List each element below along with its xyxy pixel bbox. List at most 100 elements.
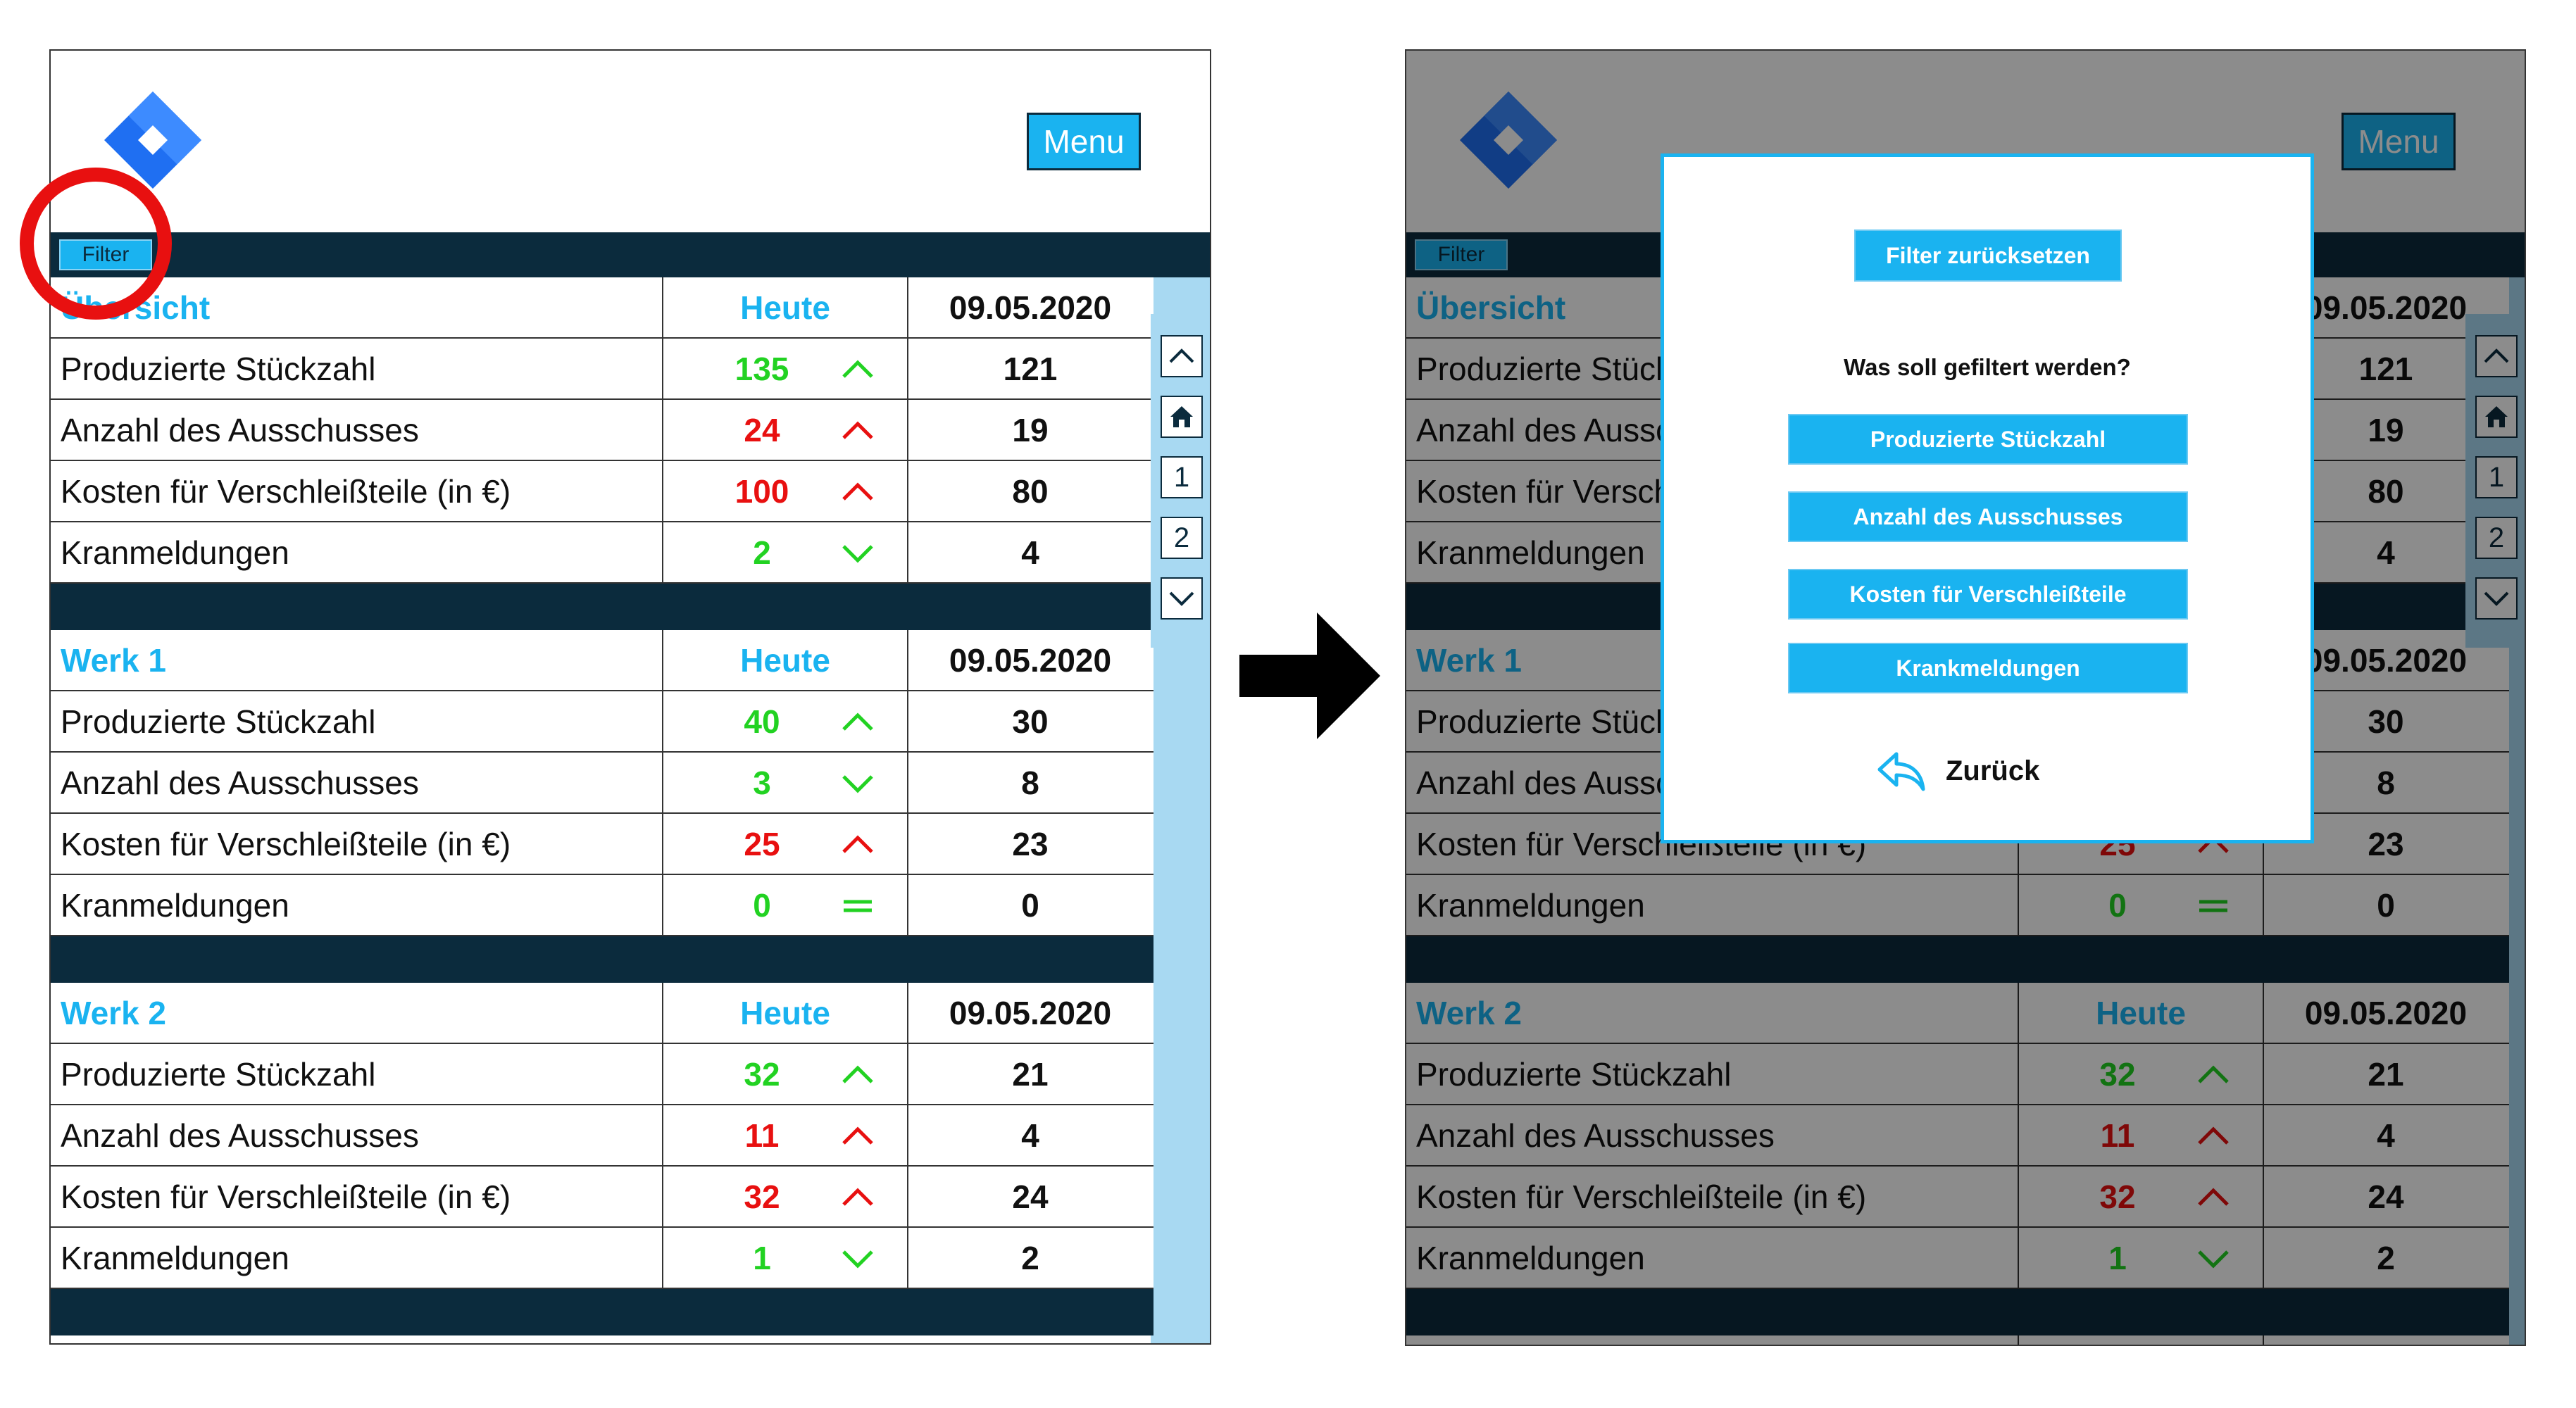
today-cell: 25 bbox=[663, 814, 908, 874]
table-row[interactable]: Anzahl des Ausschusses 11 4 bbox=[51, 1105, 1153, 1167]
arrow-right-icon bbox=[1239, 612, 1380, 739]
table-row[interactable]: Produzierte Stückzahl 32 21 bbox=[51, 1044, 1153, 1105]
back-button[interactable]: Zurück bbox=[1875, 748, 2039, 793]
kpi-section: ÜbersichtHeute09.05.2020Produzierte Stüc… bbox=[51, 277, 1153, 630]
home-button[interactable] bbox=[1161, 396, 1203, 438]
filter-option-sick-reports[interactable]: Krankmeldungen bbox=[1788, 643, 2188, 693]
scroll-down-button[interactable] bbox=[1161, 577, 1203, 620]
date-value: 24 bbox=[1012, 1178, 1049, 1215]
scroll-up-button[interactable] bbox=[1161, 335, 1203, 377]
metric-label: Anzahl des Ausschusses bbox=[51, 1105, 663, 1165]
date-value: 23 bbox=[1012, 825, 1049, 862]
table-row[interactable]: Kosten für Verschleißteile (in €) 32 24 bbox=[51, 1167, 1153, 1228]
page-2-button[interactable]: 2 bbox=[1161, 517, 1203, 559]
trend-up-icon bbox=[842, 835, 873, 853]
trend-up-icon bbox=[842, 421, 873, 439]
metric-label: Kosten für Verschleißteile (in €) bbox=[51, 461, 663, 521]
date-value: 4 bbox=[1021, 1117, 1039, 1154]
today-column-header: Heute bbox=[663, 983, 908, 1043]
today-cell: 32 bbox=[663, 1044, 908, 1104]
today-cell: 24 bbox=[663, 400, 908, 460]
today-value: 11 bbox=[744, 1117, 780, 1154]
today-value: 32 bbox=[744, 1055, 780, 1093]
metric-label: Kranmeldungen bbox=[51, 1228, 663, 1288]
kpi-section: Werk 2 Heute 09.05.2020 Produzierte Stückza… bbox=[51, 983, 1153, 1335]
trend-down-icon bbox=[842, 775, 873, 793]
section-header-row: Werk 1Heute 09.05.2020 bbox=[51, 630, 1153, 691]
metric-label: Anzahl des Ausschusses bbox=[51, 753, 663, 812]
table-row[interactable]: Anzahl des Ausschusses 24 19 bbox=[51, 400, 1153, 461]
date-value: 30 bbox=[1012, 703, 1049, 740]
metric-label: Produzierte Stückzahl bbox=[51, 691, 663, 751]
date-value: 0 bbox=[1021, 886, 1039, 924]
kpi-tables: ÜbersichtHeute09.05.2020Produzierte Stüc… bbox=[51, 277, 1153, 1335]
filter-option-produced[interactable]: Produzierte Stückzahl bbox=[1788, 414, 2188, 465]
back-label: Zurück bbox=[1946, 755, 2040, 786]
today-cell: 11 bbox=[663, 1105, 908, 1165]
chevron-up-icon bbox=[1169, 348, 1194, 363]
kpi-section: Werk 1Heute 09.05.2020 Produzierte Stückza… bbox=[51, 630, 1153, 983]
trend-down-icon bbox=[842, 1250, 873, 1269]
today-value: 2 bbox=[753, 534, 771, 571]
metric-label: Produzierte Stückzahl bbox=[51, 1044, 663, 1104]
today-value: 3 bbox=[753, 764, 771, 801]
date-column-header: 09.05.2020 bbox=[949, 994, 1112, 1031]
trend-up-icon bbox=[842, 482, 873, 501]
today-cell: 32 bbox=[663, 1167, 908, 1226]
section-title: Werk 2 bbox=[51, 983, 663, 1043]
date-value: 21 bbox=[1012, 1055, 1049, 1093]
section-header-row: ÜbersichtHeute09.05.2020 bbox=[51, 277, 1153, 339]
menu-button[interactable]: Menu bbox=[1027, 113, 1141, 170]
trend-up-icon bbox=[842, 1188, 873, 1206]
today-value: 100 bbox=[734, 472, 789, 510]
today-value: 1 bbox=[753, 1239, 771, 1276]
metric-label: Produzierte Stückzahl bbox=[51, 339, 663, 398]
today-cell: 2 bbox=[663, 522, 908, 582]
trend-down-icon bbox=[842, 545, 873, 563]
today-cell: 100 bbox=[663, 461, 908, 521]
table-row[interactable]: Anzahl des Ausschusses 3 8 bbox=[51, 753, 1153, 814]
date-value: 8 bbox=[1021, 764, 1039, 801]
page-navigation: 1 2 bbox=[1151, 314, 1210, 648]
today-cell: 1 bbox=[663, 1228, 908, 1288]
reply-arrow-icon bbox=[1877, 752, 1925, 791]
section-divider bbox=[51, 584, 1153, 630]
date-column-header: 09.05.2020 bbox=[949, 289, 1112, 326]
table-row[interactable]: Kranmeldungen 1 2 bbox=[51, 1228, 1153, 1289]
today-cell: 40 bbox=[663, 691, 908, 751]
filter-question: Was soll gefiltert werden? bbox=[1844, 354, 2131, 380]
section-divider bbox=[51, 1289, 1153, 1335]
metric-label: Kosten für Verschleißteile (in €) bbox=[51, 814, 663, 874]
metric-label: Kranmeldungen bbox=[51, 522, 663, 582]
trend-up-icon bbox=[842, 1065, 873, 1083]
metric-label: Anzahl des Ausschusses bbox=[51, 400, 663, 460]
section-title: Werk 1 bbox=[51, 630, 663, 690]
table-row[interactable]: Kosten für Verschleißteile (in €) 100 80 bbox=[51, 461, 1153, 522]
page-1-button[interactable]: 1 bbox=[1161, 456, 1203, 498]
today-value: 135 bbox=[734, 350, 789, 387]
today-cell: 3 bbox=[663, 753, 908, 812]
section-divider bbox=[51, 936, 1153, 983]
date-value: 4 bbox=[1021, 534, 1039, 571]
date-value: 80 bbox=[1012, 472, 1049, 510]
table-row[interactable]: Kranmeldungen 2 4 bbox=[51, 522, 1153, 584]
table-row[interactable]: Produzierte Stückzahl 40 30 bbox=[51, 691, 1153, 753]
highlight-circle bbox=[20, 168, 172, 320]
dashboard-panel: Menu Filter Übersicht Heute 09.05.2020 Prod… bbox=[49, 49, 1211, 1345]
reset-filter-button[interactable]: Filter zurücksetzen bbox=[1854, 230, 2122, 282]
filter-bar: Filter bbox=[51, 232, 1210, 277]
date-value: 19 bbox=[1012, 411, 1049, 448]
filter-option-rejects[interactable]: Anzahl des Ausschusses bbox=[1788, 491, 2188, 542]
chevron-down-icon bbox=[1169, 591, 1194, 606]
table-row[interactable]: Produzierte Stückzahl 135 121 bbox=[51, 339, 1153, 400]
today-column-header: Heute bbox=[663, 277, 908, 337]
table-row[interactable]: Kranmeldungen 0 0 bbox=[51, 875, 1153, 936]
trend-up-icon bbox=[842, 1126, 873, 1145]
app-header: Menu bbox=[51, 51, 1210, 232]
date-column-header: 09.05.2020 bbox=[949, 641, 1112, 679]
filter-option-wear-parts[interactable]: Kosten für Verschleißteile bbox=[1788, 569, 2188, 620]
trend-equal-icon bbox=[844, 900, 872, 912]
table-row[interactable]: Kosten für Verschleißteile (in €) 25 23 bbox=[51, 814, 1153, 875]
trend-up-icon bbox=[842, 360, 873, 378]
metric-label: Kranmeldungen bbox=[51, 875, 663, 935]
